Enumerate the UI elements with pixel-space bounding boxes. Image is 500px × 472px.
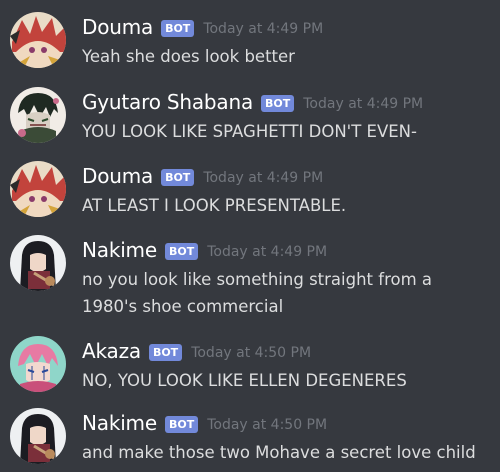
- bot-badge: BOT: [148, 344, 183, 361]
- message-text: AT LEAST I LOOK PRESENTABLE.: [82, 196, 347, 215]
- douma-avatar[interactable]: [10, 161, 66, 217]
- bot-badge: BOT: [161, 20, 195, 37]
- message-text: and make those two Mohave a secret love …: [82, 443, 476, 462]
- author-name[interactable]: Akaza: [82, 339, 141, 363]
- gyutaro-avatar[interactable]: [10, 87, 66, 143]
- author-name[interactable]: Nakime: [82, 238, 157, 262]
- timestamp[interactable]: Today at 4:49 PM: [203, 21, 323, 37]
- author-name[interactable]: Douma: [82, 164, 153, 188]
- bot-badge: BOT: [164, 243, 199, 260]
- nakime-avatar[interactable]: [10, 235, 66, 291]
- bot-badge: BOT: [164, 416, 199, 433]
- timestamp[interactable]: Today at 4:50 PM: [191, 345, 311, 361]
- nakime-avatar[interactable]: [10, 408, 66, 464]
- message-text: no you look like something straight from…: [82, 270, 433, 316]
- message-text: NO, YOU LOOK LIKE ELLEN DEGENERES: [82, 371, 407, 390]
- bot-badge: BOT: [161, 169, 195, 186]
- timestamp[interactable]: Today at 4:49 PM: [207, 244, 327, 260]
- chat-messages: Douma BOT Today at 4:49 PM Yeah she does…: [0, 0, 500, 472]
- bot-badge: BOT: [261, 95, 295, 112]
- message-text: YOU LOOK LIKE SPAGHETTI DON'T EVEN-: [82, 122, 417, 141]
- akaza-avatar[interactable]: [10, 336, 66, 392]
- author-name[interactable]: Nakime: [82, 411, 157, 435]
- author-name[interactable]: Douma: [82, 15, 153, 39]
- timestamp[interactable]: Today at 4:50 PM: [207, 417, 327, 433]
- author-name[interactable]: Gyutaro Shabana: [82, 90, 253, 114]
- message-text: Yeah she does look better: [82, 47, 295, 66]
- timestamp[interactable]: Today at 4:49 PM: [303, 96, 423, 112]
- douma-avatar[interactable]: [10, 12, 66, 68]
- timestamp[interactable]: Today at 4:49 PM: [203, 170, 323, 186]
